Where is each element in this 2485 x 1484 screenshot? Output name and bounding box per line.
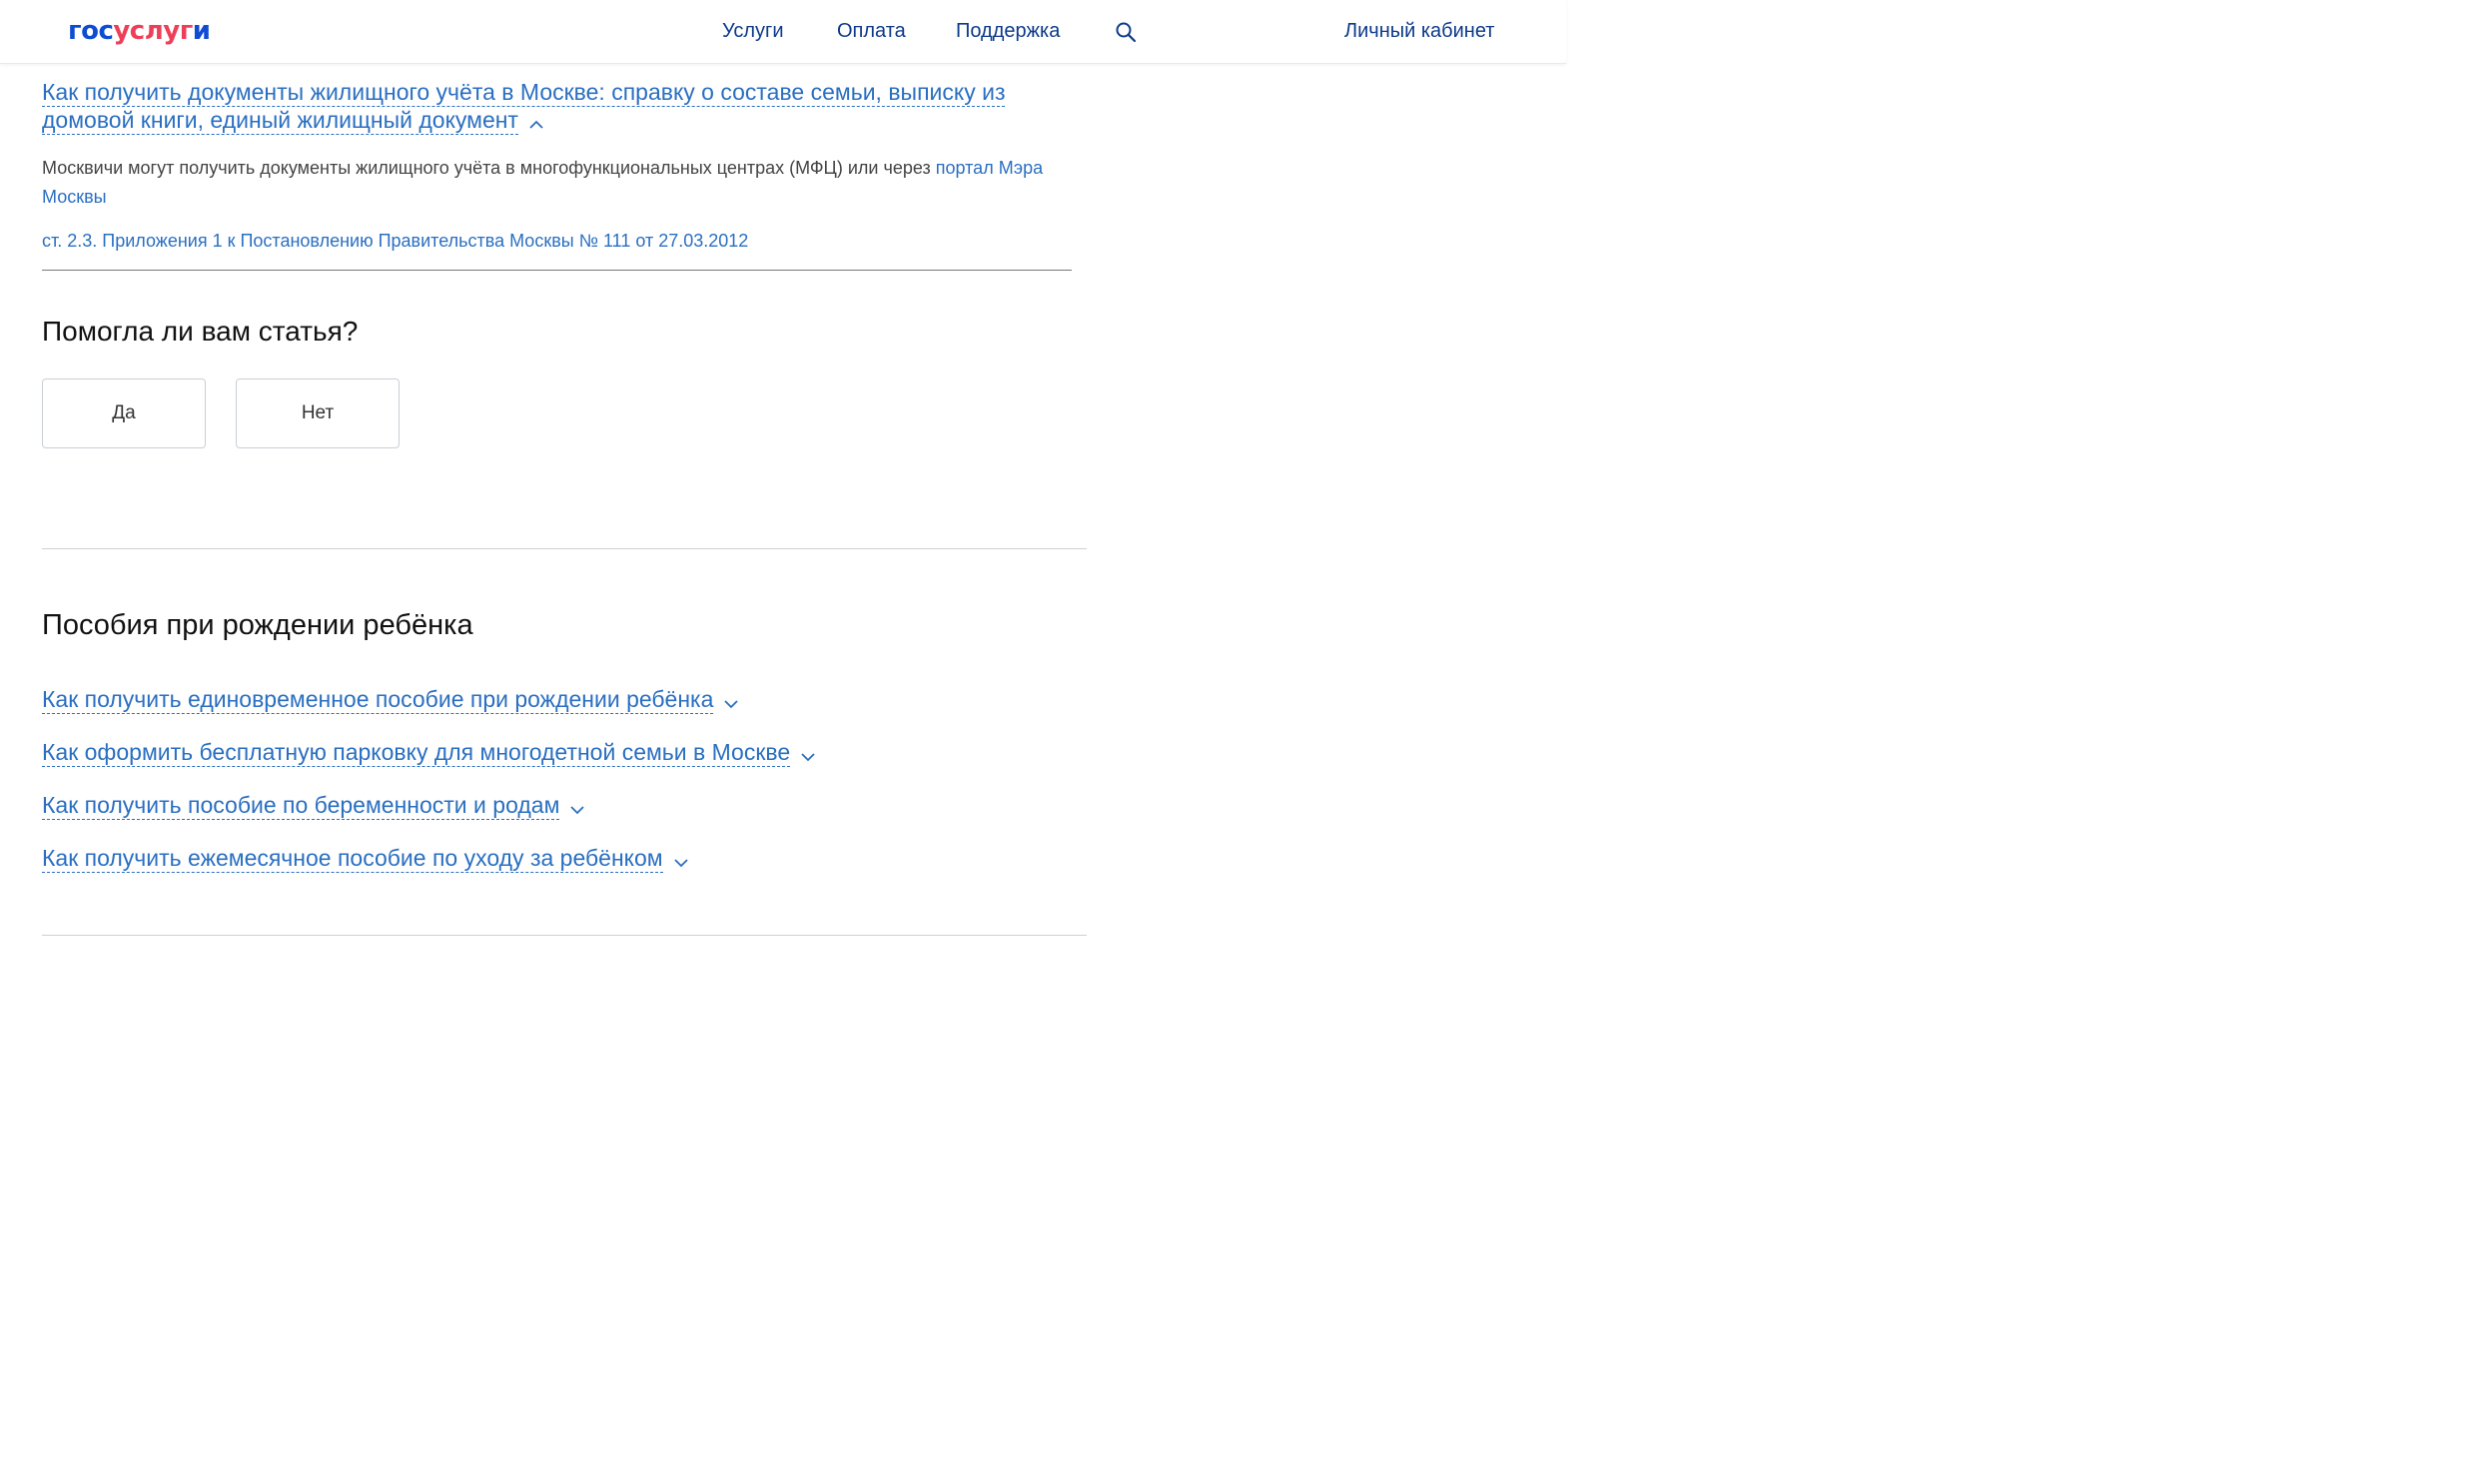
accordion-housing-documents[interactable]: Как получить документы жилищного учёта в…	[42, 78, 1041, 136]
nav-payment[interactable]: Оплата	[837, 20, 906, 43]
accordion-item[interactable]: Как получить ежемесячное пособие по уход…	[42, 844, 689, 874]
feedback-yes-button[interactable]: Да	[42, 378, 206, 448]
gosuslugi-logo[interactable]: госуслуги	[68, 16, 211, 46]
section-divider	[42, 548, 1087, 549]
nav-support[interactable]: Поддержка	[956, 20, 1060, 43]
feedback-no-button[interactable]: Нет	[236, 378, 400, 448]
chevron-down-icon[interactable]	[723, 687, 739, 715]
accordion-item[interactable]: Как оформить бесплатную парковку для мно…	[42, 738, 816, 768]
accordion-item-label[interactable]: Как получить единовременное пособие при …	[42, 686, 714, 714]
section-title: Пособия при рождении ребёнка	[42, 609, 473, 641]
divider	[42, 270, 1072, 271]
logo-part-uslug: услуг	[113, 16, 193, 46]
accordion-item[interactable]: Как получить единовременное пособие при …	[42, 685, 739, 715]
chevron-down-icon[interactable]	[673, 846, 689, 874]
top-header: госуслуги Услуги Оплата Поддержка Личный…	[0, 0, 1566, 64]
logo-part-gos: гос	[68, 16, 114, 46]
accordion-item-label[interactable]: Как получить ежемесячное пособие по уход…	[42, 845, 663, 873]
accordion-item-label[interactable]: Как получить пособие по беременности и р…	[42, 792, 560, 820]
bottom-divider	[42, 935, 1087, 936]
chevron-up-icon[interactable]	[528, 108, 544, 136]
law-reference-link[interactable]: ст. 2.3. Приложения 1 к Постановлению Пр…	[42, 231, 748, 252]
article-description: Москвичи могут получить документы жилищн…	[42, 154, 1081, 212]
chevron-down-icon[interactable]	[800, 740, 816, 768]
search-icon[interactable]	[1115, 21, 1137, 43]
accordion-title-line1[interactable]: Как получить документы жилищного учёта в…	[42, 79, 1006, 107]
accordion-item-label[interactable]: Как оформить бесплатную парковку для мно…	[42, 739, 791, 767]
feedback-question: Помогла ли вам статья?	[42, 316, 359, 347]
logo-part-i: и	[192, 16, 211, 46]
accordion-title-line2[interactable]: домовой книги, единый жилищный документ	[42, 107, 518, 135]
chevron-down-icon[interactable]	[569, 793, 585, 821]
nav-services[interactable]: Услуги	[722, 20, 784, 43]
nav-account[interactable]: Личный кабинет	[1344, 20, 1494, 43]
description-text: Москвичи могут получить документы жилищн…	[42, 158, 936, 178]
accordion-item[interactable]: Как получить пособие по беременности и р…	[42, 791, 585, 821]
